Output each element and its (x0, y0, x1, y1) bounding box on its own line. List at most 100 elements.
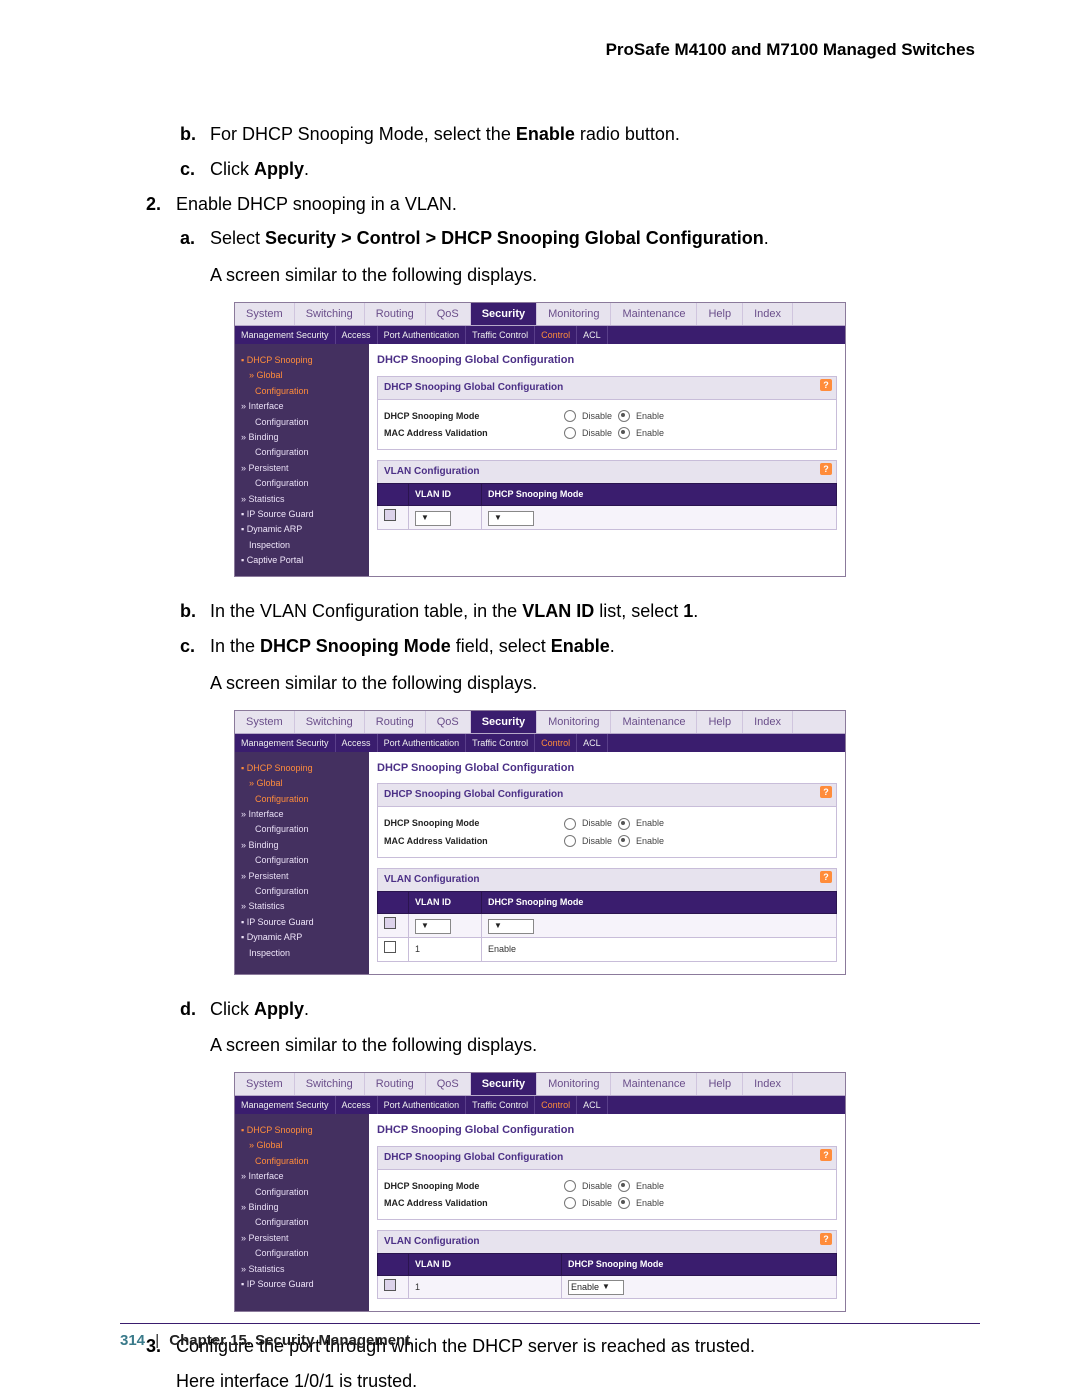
tab-routing[interactable]: Routing (365, 1073, 426, 1095)
radio-enable-1[interactable] (618, 410, 630, 422)
tab-monitoring[interactable]: Monitoring (537, 711, 611, 733)
radio-enable-1[interactable] (618, 818, 630, 830)
sidebar-item-persistent[interactable]: » Persistent (241, 461, 363, 475)
tab-maintenance[interactable]: Maintenance (611, 303, 697, 325)
help-icon[interactable]: ? (820, 1149, 832, 1161)
sidebar-item-statistics[interactable]: » Statistics (241, 492, 363, 506)
radio-disable-2[interactable] (564, 835, 576, 847)
subtab-acl[interactable]: ACL (577, 734, 608, 752)
snooping-mode-select[interactable]: ▼ (488, 919, 534, 934)
sidebar-item-binding[interactable]: » Binding (241, 1200, 363, 1214)
help-icon[interactable]: ? (820, 379, 832, 391)
subtab-traffic-ctl[interactable]: Traffic Control (466, 734, 535, 752)
sidebar-link-inspection[interactable]: Inspection (249, 946, 363, 960)
tab-security[interactable]: Security (471, 303, 537, 325)
tab-security[interactable]: Security (471, 711, 537, 733)
sidebar-link-ip-source-guard[interactable]: ▪ IP Source Guard (241, 507, 363, 521)
subtab-mgmt-security[interactable]: Management Security (235, 734, 336, 752)
sidebar-group-dhcp[interactable]: ▪ DHCP Snooping (241, 1123, 363, 1137)
subtab-control[interactable]: Control (535, 734, 577, 752)
sidebar-group-dhcp[interactable]: ▪ DHCP Snooping (241, 353, 363, 367)
vlan-id-select[interactable]: ▼ (415, 511, 451, 526)
tab-qos[interactable]: QoS (426, 711, 471, 733)
tab-qos[interactable]: QoS (426, 303, 471, 325)
tab-help[interactable]: Help (697, 303, 743, 325)
subtab-control[interactable]: Control (535, 326, 577, 344)
sidebar-item-interface-config[interactable]: Configuration (255, 822, 363, 836)
sidebar-item-statistics[interactable]: » Statistics (241, 1262, 363, 1276)
radio-disable-2[interactable] (564, 1197, 576, 1209)
tab-security[interactable]: Security (471, 1073, 537, 1095)
radio-enable-2[interactable] (618, 427, 630, 439)
radio-disable-1[interactable] (564, 818, 576, 830)
radio-enable-1[interactable] (618, 1180, 630, 1192)
tab-maintenance[interactable]: Maintenance (611, 711, 697, 733)
checkbox-row-1[interactable] (384, 941, 396, 953)
subtab-mgmt-security[interactable]: Management Security (235, 1096, 336, 1114)
sidebar-item-interface-config[interactable]: Configuration (255, 1185, 363, 1199)
subtab-port-auth[interactable]: Port Authentication (378, 326, 467, 344)
tab-routing[interactable]: Routing (365, 303, 426, 325)
sidebar-item-binding[interactable]: » Binding (241, 430, 363, 444)
tab-index[interactable]: Index (743, 711, 793, 733)
sidebar-item-persistent[interactable]: » Persistent (241, 869, 363, 883)
sidebar-item-binding-config[interactable]: Configuration (255, 445, 363, 459)
tab-help[interactable]: Help (697, 711, 743, 733)
tab-system[interactable]: System (235, 711, 295, 733)
tab-switching[interactable]: Switching (295, 711, 365, 733)
sidebar-item-persistent-config[interactable]: Configuration (255, 884, 363, 898)
tab-monitoring[interactable]: Monitoring (537, 303, 611, 325)
help-icon[interactable]: ? (820, 786, 832, 798)
vlan-id-select[interactable]: ▼ (415, 919, 451, 934)
subtab-access[interactable]: Access (336, 326, 378, 344)
help-icon[interactable]: ? (820, 1233, 832, 1245)
subtab-access[interactable]: Access (336, 1096, 378, 1114)
tab-system[interactable]: System (235, 1073, 295, 1095)
sidebar-item-global-config[interactable]: Configuration (255, 1154, 363, 1168)
tab-help[interactable]: Help (697, 1073, 743, 1095)
sidebar-item-global-config[interactable]: Configuration (255, 792, 363, 806)
sidebar-item-interface-config[interactable]: Configuration (255, 415, 363, 429)
subtab-mgmt-security[interactable]: Management Security (235, 326, 336, 344)
checkbox-row-1[interactable] (384, 1279, 396, 1291)
sidebar-item-persistent[interactable]: » Persistent (241, 1231, 363, 1245)
sidebar-item-interface[interactable]: » Interface (241, 1169, 363, 1183)
tab-routing[interactable]: Routing (365, 711, 426, 733)
subtab-traffic-ctl[interactable]: Traffic Control (466, 1096, 535, 1114)
help-icon[interactable]: ? (820, 871, 832, 883)
sidebar-group-dhcp[interactable]: ▪ DHCP Snooping (241, 761, 363, 775)
subtab-traffic-ctl[interactable]: Traffic Control (466, 326, 535, 344)
sidebar-item-global[interactable]: » Global (249, 776, 363, 790)
radio-enable-2[interactable] (618, 1197, 630, 1209)
subtab-port-auth[interactable]: Port Authentication (378, 734, 467, 752)
tab-index[interactable]: Index (743, 1073, 793, 1095)
sidebar-link-inspection[interactable]: Inspection (249, 538, 363, 552)
sidebar-item-interface[interactable]: » Interface (241, 399, 363, 413)
subtab-access[interactable]: Access (336, 734, 378, 752)
sidebar-item-binding[interactable]: » Binding (241, 838, 363, 852)
subtab-acl[interactable]: ACL (577, 1096, 608, 1114)
snooping-mode-select[interactable]: Enable▼ (568, 1280, 624, 1295)
radio-disable-1[interactable] (564, 1180, 576, 1192)
radio-disable-2[interactable] (564, 427, 576, 439)
subtab-acl[interactable]: ACL (577, 326, 608, 344)
sidebar-link-dynamic-arp[interactable]: ▪ Dynamic ARP (241, 930, 363, 944)
radio-disable-1[interactable] (564, 410, 576, 422)
sidebar-item-statistics[interactable]: » Statistics (241, 899, 363, 913)
checkbox-row-new[interactable] (384, 509, 396, 521)
checkbox-row-new[interactable] (384, 917, 396, 929)
sidebar-item-global[interactable]: » Global (249, 1138, 363, 1152)
help-icon[interactable]: ? (820, 463, 832, 475)
sidebar-item-binding-config[interactable]: Configuration (255, 1215, 363, 1229)
sidebar-item-interface[interactable]: » Interface (241, 807, 363, 821)
subtab-port-auth[interactable]: Port Authentication (378, 1096, 467, 1114)
sidebar-item-global[interactable]: » Global (249, 368, 363, 382)
tab-switching[interactable]: Switching (295, 303, 365, 325)
sidebar-item-persistent-config[interactable]: Configuration (255, 476, 363, 490)
sidebar-link-ip-source-guard[interactable]: ▪ IP Source Guard (241, 915, 363, 929)
sidebar-item-persistent-config[interactable]: Configuration (255, 1246, 363, 1260)
tab-index[interactable]: Index (743, 303, 793, 325)
tab-monitoring[interactable]: Monitoring (537, 1073, 611, 1095)
snooping-mode-select[interactable]: ▼ (488, 511, 534, 526)
sidebar-item-binding-config[interactable]: Configuration (255, 853, 363, 867)
